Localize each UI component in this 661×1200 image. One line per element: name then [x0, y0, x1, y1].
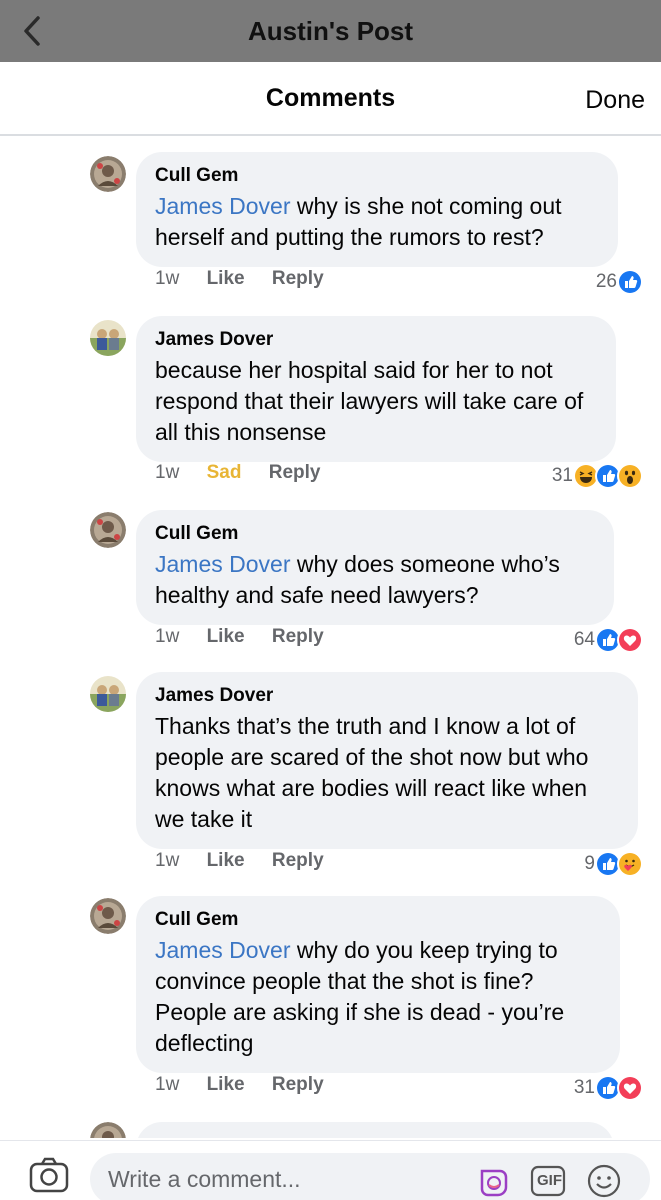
comment-actions: 1w Like Reply: [155, 626, 346, 654]
wow-icon: [617, 463, 643, 489]
comment-author[interactable]: James Dover: [155, 329, 597, 351]
comment-composer: GIF: [0, 1140, 661, 1200]
avatar[interactable]: [90, 156, 126, 192]
reply-button[interactable]: Reply: [272, 1074, 324, 1096]
comment-actions: 1w Like Reply: [155, 850, 346, 878]
like-button[interactable]: Like: [207, 626, 245, 648]
comment-input[interactable]: [108, 1161, 468, 1197]
reaction-count: 26: [595, 271, 617, 292]
gif-icon[interactable]: GIF: [530, 1163, 566, 1199]
sheet-header: Comments Done: [0, 62, 661, 136]
comment-time: 1w: [155, 1074, 180, 1095]
reply-button[interactable]: Reply: [272, 626, 324, 648]
post-title: Austin's Post: [247, 16, 414, 46]
sheet-title: Comments: [265, 84, 396, 112]
sad-reaction-button[interactable]: Sad: [207, 462, 242, 484]
camera-icon[interactable]: [28, 1155, 70, 1195]
comment-time: 1w: [155, 850, 180, 871]
comment-time: 1w: [155, 462, 180, 483]
comment-bubble[interactable]: Cull Gem James Dover why is she not comi…: [136, 152, 618, 267]
reaction-count: 9: [584, 853, 595, 874]
avatar-sticker-icon[interactable]: [476, 1163, 512, 1199]
comment-input-wrapper: GIF: [90, 1153, 650, 1200]
reaction-summary[interactable]: 31: [552, 462, 643, 490]
reply-button[interactable]: Reply: [269, 462, 321, 484]
love-icon: [617, 1075, 643, 1101]
like-button[interactable]: Like: [207, 1074, 245, 1096]
comment-author[interactable]: Cull Gem: [155, 165, 599, 187]
comment-author[interactable]: James Dover: [155, 685, 619, 707]
comment-bubble[interactable]: [136, 1122, 614, 1138]
avatar[interactable]: [90, 320, 126, 356]
comment-author[interactable]: Cull Gem: [155, 523, 595, 545]
comment-time: 1w: [155, 268, 180, 289]
comment-author[interactable]: Cull Gem: [155, 909, 601, 931]
reaction-summary[interactable]: 64: [574, 626, 643, 654]
comment-text: because her hospital said for her to not…: [155, 357, 584, 445]
gif-label: GIF: [537, 1172, 562, 1189]
reaction-count: 31: [573, 1077, 595, 1098]
comment-list[interactable]: Cull Gem James Dover why is she not comi…: [0, 138, 661, 1138]
comment-bubble[interactable]: Cull Gem James Dover why does someone wh…: [136, 510, 614, 625]
avatar[interactable]: [90, 512, 126, 548]
like-button[interactable]: Like: [207, 850, 245, 872]
comment-bubble[interactable]: Cull Gem James Dover why do you keep try…: [136, 896, 620, 1073]
reaction-summary[interactable]: 26: [596, 268, 643, 296]
mention-link[interactable]: James Dover: [155, 551, 290, 577]
reply-button[interactable]: Reply: [272, 850, 324, 872]
avatar[interactable]: [90, 898, 126, 934]
post-header: Austin's Post: [0, 0, 661, 62]
reaction-count: 31: [551, 465, 573, 486]
avatar[interactable]: [90, 1122, 126, 1138]
comment-actions: 1w Sad Reply: [155, 462, 342, 490]
comment-bubble[interactable]: James Dover Thanks that’s the truth and …: [136, 672, 638, 849]
emoji-icon[interactable]: [586, 1163, 622, 1199]
reaction-summary[interactable]: 31: [574, 1074, 643, 1102]
comment-text: Thanks that’s the truth and I know a lot…: [155, 713, 589, 832]
love-icon: [617, 627, 643, 653]
reply-button[interactable]: Reply: [272, 268, 324, 290]
comment-actions: 1w Like Reply: [155, 1074, 346, 1102]
care-icon: [617, 851, 643, 877]
comments-sheet: Comments Done Cull Gem James Dover why i…: [0, 62, 661, 1200]
reaction-summary[interactable]: 9: [584, 850, 643, 878]
comment-bubble[interactable]: James Dover because her hospital said fo…: [136, 316, 616, 462]
mention-link[interactable]: James Dover: [155, 937, 290, 963]
comment-actions: 1w Like Reply: [155, 268, 346, 296]
reaction-count: 64: [573, 629, 595, 650]
like-button[interactable]: Like: [207, 268, 245, 290]
done-button[interactable]: Done: [585, 86, 645, 115]
comment-time: 1w: [155, 626, 180, 647]
like-icon: [617, 269, 643, 295]
avatar[interactable]: [90, 676, 126, 712]
mention-link[interactable]: James Dover: [155, 193, 290, 219]
